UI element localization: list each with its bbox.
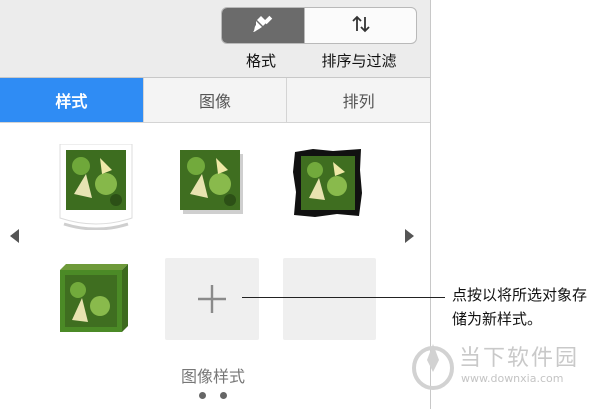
style-thumb-drop-shadow[interactable] — [178, 148, 244, 214]
toolbar-segmented-control — [221, 7, 417, 44]
callout-text: 点按以将所选对象存储为新样式。 — [452, 286, 588, 328]
style-thumb-curled-paper[interactable] — [56, 144, 136, 230]
page-dot[interactable] — [220, 392, 227, 399]
tab-image[interactable]: 图像 — [142, 78, 287, 122]
style-thumb-3d-block[interactable] — [60, 264, 130, 334]
plus-icon — [198, 285, 226, 313]
tab-arrange[interactable]: 排列 — [286, 78, 430, 122]
watermark-url: www.downxia.com — [461, 372, 564, 385]
callout-line — [242, 297, 445, 298]
tab-bar: 样式 图像 排列 — [0, 78, 430, 123]
format-sidebar: 格式 排序与过滤 样式 图像 排列 图像样式 — [0, 0, 431, 409]
watermark-title: 当下软件园 — [459, 346, 580, 371]
image-styles-label: 图像样式 — [180, 367, 245, 386]
toolbar: 格式 排序与过滤 — [0, 0, 430, 78]
previous-page-arrow-icon[interactable] — [10, 229, 19, 243]
sort-filter-button[interactable] — [304, 8, 416, 43]
page-dot[interactable] — [199, 392, 206, 399]
tab-style[interactable]: 样式 — [0, 78, 143, 122]
style-thumb-rough-border[interactable] — [293, 148, 363, 218]
paintbrush-icon — [252, 14, 274, 38]
add-style-button[interactable] — [165, 258, 259, 340]
watermark-logo-icon — [412, 344, 454, 390]
watermark: 当下软件园 www.downxia.com — [405, 338, 595, 394]
sort-filter-label: 排序与过滤 — [321, 52, 397, 70]
sort-arrows-icon — [349, 14, 373, 38]
format-label: 格式 — [245, 52, 276, 70]
next-page-arrow-icon[interactable] — [405, 229, 414, 243]
format-button[interactable] — [222, 8, 304, 43]
empty-style-slot[interactable] — [283, 258, 376, 340]
